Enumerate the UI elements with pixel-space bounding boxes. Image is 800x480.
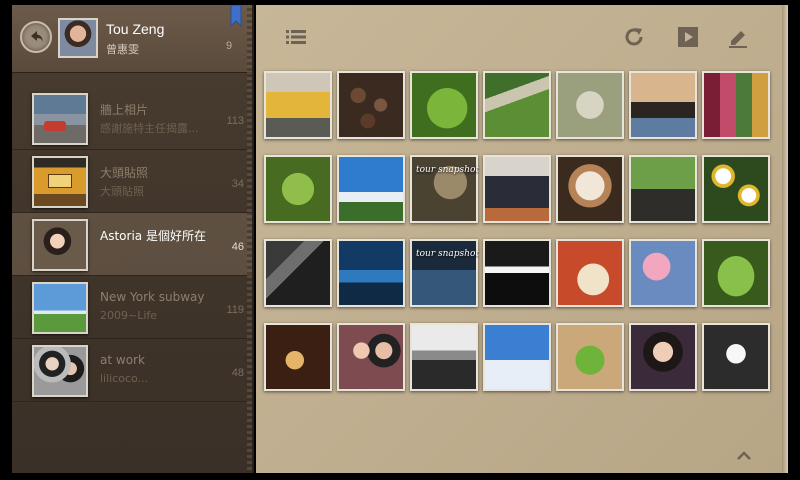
album-count: 113 bbox=[226, 115, 244, 127]
photo-thumbnail[interactable]: tour snapshot bbox=[410, 155, 479, 223]
sidebar: Tou Zeng 曾惠雯 9 牆上相片 感謝施特主任揭露... 113 大頭貼照 bbox=[12, 5, 254, 473]
album-title: at work bbox=[100, 353, 145, 367]
photo-thumbnail[interactable] bbox=[702, 155, 770, 223]
album-thumbnail bbox=[32, 156, 88, 208]
back-arrow-icon bbox=[31, 31, 43, 42]
avatar[interactable] bbox=[58, 18, 98, 58]
photo-browser: tour snapshot tour snapshot bbox=[256, 5, 782, 473]
album-item-astoria[interactable]: Astoria 是個好所在 46 bbox=[12, 213, 252, 276]
album-count: 119 bbox=[226, 304, 244, 316]
photo-thumbnail[interactable] bbox=[556, 71, 624, 139]
photo-thumbnail[interactable] bbox=[483, 155, 551, 223]
photo-caption: tour snapshot bbox=[416, 249, 479, 259]
refresh-icon[interactable] bbox=[622, 25, 646, 49]
photo-thumbnail[interactable] bbox=[702, 71, 770, 139]
profile-count: 9 bbox=[226, 40, 233, 52]
back-button[interactable] bbox=[20, 21, 52, 53]
album-title: 牆上相片 bbox=[100, 103, 149, 117]
photo-thumbnail[interactable] bbox=[556, 323, 624, 391]
photo-thumbnail[interactable] bbox=[483, 239, 551, 307]
album-thumbnail bbox=[32, 282, 88, 334]
album-thumbnail bbox=[32, 219, 88, 271]
photo-thumbnail[interactable] bbox=[264, 155, 332, 223]
album-thumbnail bbox=[32, 345, 88, 397]
photo-thumbnail[interactable] bbox=[556, 239, 624, 307]
album-count: 48 bbox=[231, 367, 244, 379]
photo-thumbnail[interactable] bbox=[483, 323, 551, 391]
album-item-wall-photos[interactable]: 牆上相片 感謝施特主任揭露... 113 bbox=[12, 87, 252, 150]
photo-thumbnail[interactable] bbox=[629, 155, 697, 223]
photo-thumbnail[interactable] bbox=[702, 239, 770, 307]
photo-thumbnail[interactable] bbox=[264, 323, 332, 391]
album-thumbnail bbox=[32, 93, 88, 145]
profile-subtitle: 曾惠雯 bbox=[106, 43, 139, 56]
photo-thumbnail[interactable] bbox=[264, 239, 332, 307]
photo-thumbnail[interactable] bbox=[337, 71, 405, 139]
photo-app: Tou Zeng 曾惠雯 9 牆上相片 感謝施特主任揭露... 113 大頭貼照 bbox=[0, 0, 800, 480]
play-icon[interactable] bbox=[676, 25, 700, 49]
chevron-up-icon[interactable] bbox=[736, 449, 752, 461]
album-title: New York subway bbox=[100, 290, 205, 304]
album-subtitle: 大頭貼照 bbox=[100, 185, 144, 198]
album-count: 46 bbox=[231, 241, 244, 253]
scrollbar[interactable] bbox=[782, 5, 788, 473]
photo-thumbnail[interactable] bbox=[410, 323, 478, 391]
photo-thumbnail[interactable] bbox=[264, 71, 332, 139]
album-item-at-work[interactable]: at work lilicoco... 48 bbox=[12, 339, 252, 402]
photo-thumbnail[interactable] bbox=[629, 239, 697, 307]
photo-thumbnail[interactable] bbox=[337, 155, 405, 223]
album-item-profile-pictures[interactable]: 大頭貼照 大頭貼照 34 bbox=[12, 150, 252, 213]
profile-header[interactable]: Tou Zeng 曾惠雯 9 bbox=[12, 5, 252, 73]
photo-thumbnail[interactable] bbox=[702, 323, 770, 391]
bookmark-icon bbox=[230, 5, 242, 27]
photo-grid: tour snapshot tour snapshot bbox=[264, 71, 776, 399]
album-count: 34 bbox=[231, 178, 244, 190]
album-item-new-york-subway[interactable]: New York subway 2009~Life 119 bbox=[12, 276, 252, 339]
album-subtitle: 感謝施特主任揭露... bbox=[100, 122, 199, 135]
photo-thumbnail[interactable] bbox=[483, 71, 551, 139]
photo-caption: tour snapshot bbox=[416, 165, 479, 175]
album-subtitle: 2009~Life bbox=[100, 309, 158, 322]
album-subtitle: lilicoco... bbox=[100, 372, 149, 385]
photo-thumbnail[interactable] bbox=[410, 71, 478, 139]
list-icon[interactable] bbox=[284, 25, 308, 49]
photo-thumbnail[interactable]: tour snapshot bbox=[410, 239, 479, 307]
album-title: 大頭貼照 bbox=[100, 166, 149, 180]
profile-name: Tou Zeng bbox=[106, 21, 165, 37]
album-list: 牆上相片 感謝施特主任揭露... 113 大頭貼照 大頭貼照 34 Astori… bbox=[12, 87, 252, 402]
photo-thumbnail[interactable] bbox=[337, 323, 405, 391]
photo-thumbnail[interactable] bbox=[556, 155, 624, 223]
photo-thumbnail[interactable] bbox=[337, 239, 405, 307]
album-title: Astoria 是個好所在 bbox=[100, 229, 206, 243]
photo-thumbnail[interactable] bbox=[629, 71, 697, 139]
pencil-icon[interactable] bbox=[726, 25, 750, 49]
photo-thumbnail[interactable] bbox=[629, 323, 697, 391]
